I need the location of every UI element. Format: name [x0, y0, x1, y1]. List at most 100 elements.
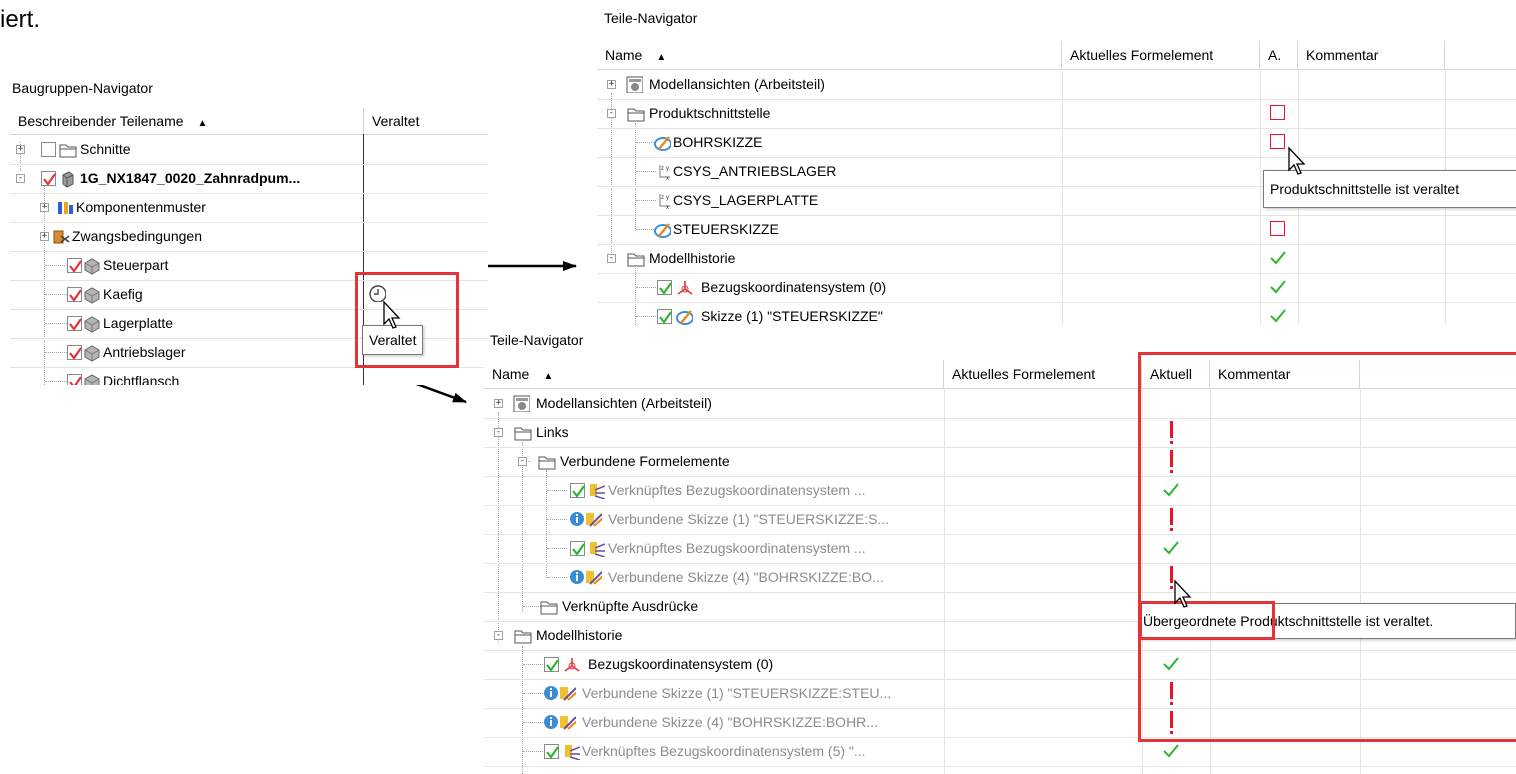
row-label: Kaefig [103, 286, 143, 302]
linked-csys-icon [565, 745, 580, 760]
row-label: Verknüpftes Bezugskoordinatensystem ... [608, 482, 866, 498]
checkbox-icon[interactable] [657, 309, 672, 324]
row-label: Modellhistorie [649, 250, 736, 266]
sketch-icon [676, 310, 693, 325]
views-icon [513, 395, 530, 412]
row-label: CSYS_LAGERPLATTE [673, 192, 819, 208]
tree-row[interactable]: Skizze (1) "STEUERSKIZZE" [597, 302, 1516, 325]
row-label: Bezugskoordinatensystem (0) [701, 279, 887, 295]
row-label: Verbundene Skizze (1) "STEUERSKIZZE:S... [608, 511, 890, 527]
collapse-toggle[interactable]: - [607, 109, 616, 118]
column-header-veraltet[interactable]: Veraltet [364, 108, 488, 134]
expand-toggle[interactable]: + [40, 232, 49, 241]
row-label: Verknüpfte Ausdrücke [562, 598, 699, 614]
linked-sketch-icon [560, 687, 576, 701]
checkbox-icon[interactable] [67, 316, 82, 331]
row-label: Produktschnittstelle [649, 105, 771, 121]
checkbox-icon[interactable] [570, 483, 585, 498]
row-label: Schnitte [80, 141, 131, 157]
part-icon [84, 287, 100, 304]
checkbox-icon[interactable] [67, 374, 82, 385]
tree-row[interactable]: Dichtflansch [10, 367, 488, 385]
part-icon [62, 171, 74, 188]
column-header-feature[interactable]: Aktuelles Formelement [1062, 41, 1260, 69]
part-icon [84, 316, 100, 333]
expand-toggle[interactable]: + [607, 80, 616, 89]
row-label: CSYS_ANTRIEBSLAGER [673, 163, 837, 179]
row-label: Steuerpart [103, 257, 169, 273]
panel-title: Baugruppen-Navigator [12, 80, 153, 96]
panel-title: Teile-Navigator [604, 10, 698, 26]
row-label: Modellansichten (Arbeitsteil) [649, 76, 825, 92]
checkbox-icon[interactable] [67, 287, 82, 302]
csys-icon: z yx [659, 165, 670, 180]
row-label: Verbundene Formelemente [560, 453, 730, 469]
column-header-name[interactable]: Name ▲ [484, 360, 944, 388]
linked-csys-icon [590, 484, 605, 499]
svg-text:z: z [661, 195, 664, 201]
expand-toggle[interactable]: + [40, 203, 49, 212]
checkbox-icon[interactable] [544, 657, 559, 672]
checkbox-icon[interactable] [67, 258, 82, 273]
status-outdated-box [1270, 134, 1285, 149]
expand-toggle[interactable]: + [16, 145, 25, 154]
tree-line [45, 323, 67, 324]
row-label: Verbundene Skizze (4) "BOHRSKIZZE:BO... [608, 569, 884, 585]
checkbox-icon[interactable] [544, 744, 559, 759]
row-label: Komponentenmuster [76, 199, 206, 215]
tree-row[interactable]: STEUERSKIZZE [597, 215, 1516, 245]
column-label: Beschreibender Teilename [18, 113, 184, 129]
collapse-toggle[interactable]: - [518, 457, 527, 466]
tree-row[interactable]: - 1G_NX1847_0020_Zahnradpum... [10, 164, 488, 194]
tree-line [523, 751, 543, 752]
checkmark-icon [1163, 744, 1179, 758]
checkbox-icon[interactable] [67, 345, 82, 360]
tree-line [45, 352, 67, 353]
tree-row[interactable]: - Produktschnittstelle [597, 99, 1516, 129]
row-label: Dichtflansch [103, 373, 180, 385]
row-label: Verbundene Skizze (4) "BOHRSKIZZE:BOHR..… [582, 714, 878, 730]
datum-csys-icon [564, 658, 580, 672]
tree-line [636, 200, 656, 201]
row-label: BOHRSKIZZE [673, 134, 763, 150]
column-header-name[interactable]: Name ▲ [597, 41, 1062, 69]
row-label: Bezugskoordinatensystem (0) [588, 656, 774, 672]
collapse-toggle[interactable]: - [494, 428, 503, 437]
highlight-box [355, 272, 459, 368]
checkbox-icon[interactable] [41, 171, 56, 186]
tree-row[interactable]: BOHRSKIZZE [597, 128, 1516, 158]
tree-row[interactable]: Bezugskoordinatensystem (0) [597, 273, 1516, 303]
row-label: Verknüpftes Bezugskoordinatensystem (5) … [582, 743, 866, 759]
tree-line [636, 287, 656, 288]
part-icon [84, 345, 100, 362]
column-header-feature[interactable]: Aktuelles Formelement [944, 360, 1142, 388]
row-label: Zwangsbedingungen [72, 228, 202, 244]
checkbox-icon[interactable] [570, 541, 585, 556]
tree-row[interactable]: - Modellhistorie [597, 244, 1516, 274]
highlight-box [1138, 352, 1516, 742]
tree-line [523, 693, 543, 694]
part-icon [84, 374, 100, 385]
row-label: 1G_NX1847_0020_Zahnradpum... [80, 170, 301, 186]
tree-row[interactable]: + Modellansichten (Arbeitsteil) [597, 70, 1516, 100]
row-label: STEUERSKIZZE [673, 221, 779, 237]
tree-row[interactable]: + Schnitte [10, 135, 488, 165]
checkbox-icon[interactable] [41, 142, 56, 157]
component-pattern-icon [58, 202, 73, 214]
folder-icon [538, 456, 556, 470]
checkbox-icon[interactable] [657, 280, 672, 295]
column-header-comment[interactable]: Kommentar [1298, 41, 1445, 69]
folder-icon [514, 427, 532, 441]
collapse-toggle[interactable]: - [607, 254, 616, 263]
collapse-toggle[interactable]: - [494, 631, 503, 640]
sketch-icon [654, 223, 671, 238]
tree-row[interactable]: + Komponentenmuster [10, 193, 488, 223]
svg-text:y: y [666, 166, 669, 172]
tree-row[interactable]: + Zwangsbedingungen [10, 222, 488, 252]
expand-toggle[interactable]: + [494, 399, 503, 408]
column-header-a[interactable]: A. [1260, 41, 1298, 69]
column-header-name[interactable]: Beschreibender Teilename ▲ [10, 108, 364, 134]
linked-sketch-icon [560, 716, 576, 730]
part-icon [84, 258, 100, 275]
collapse-toggle[interactable]: - [16, 174, 25, 183]
